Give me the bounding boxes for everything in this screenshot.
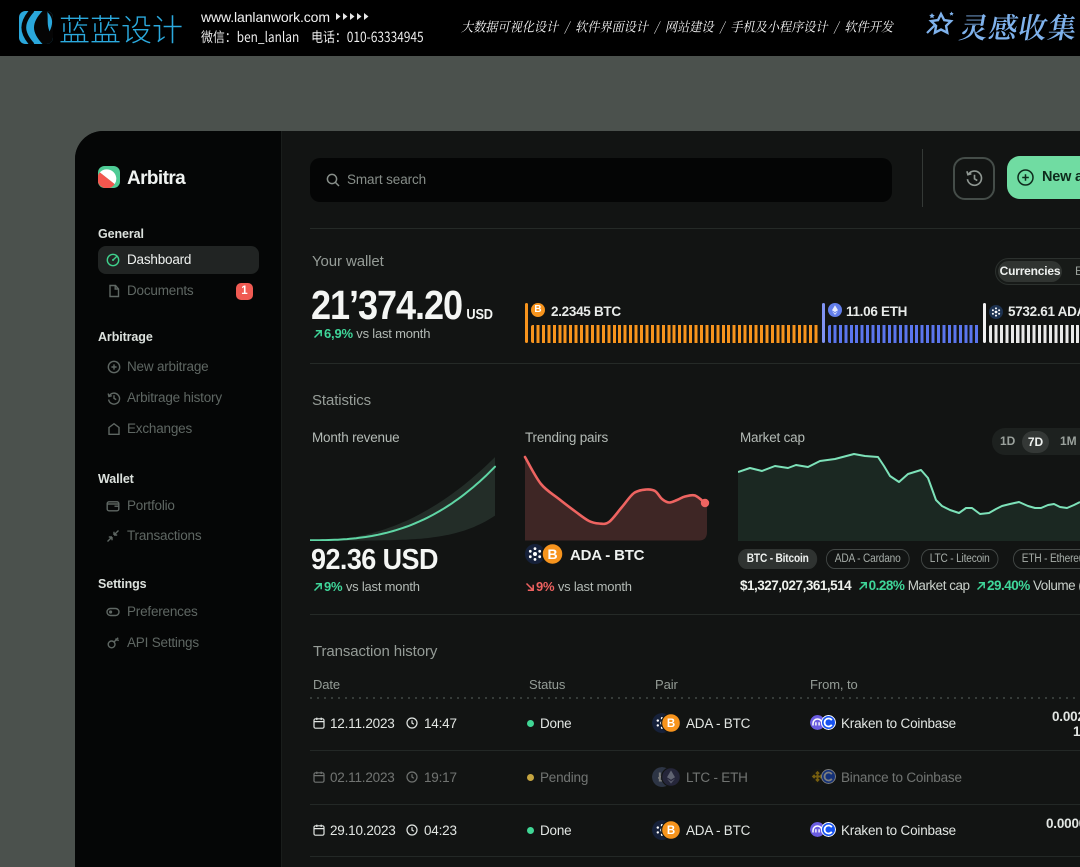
svg-text:B: B: [667, 825, 675, 837]
svg-text:B: B: [547, 546, 557, 562]
svg-text:B: B: [667, 718, 675, 730]
